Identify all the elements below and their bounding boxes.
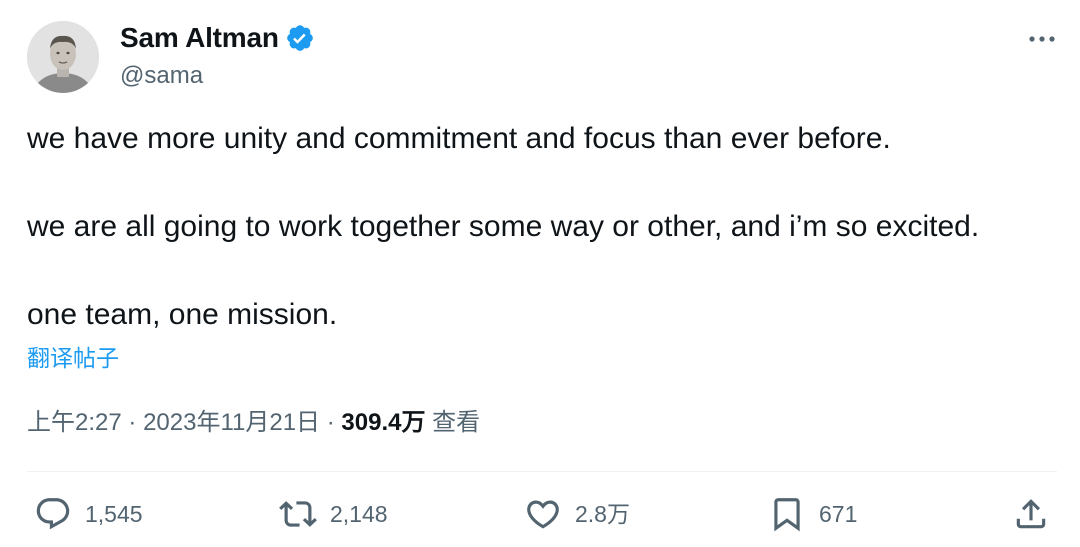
heart-icon [524, 495, 562, 533]
bookmark-count: 671 [819, 501, 858, 527]
tweet-text-line-2: we are all going to work together some w… [27, 210, 980, 243]
like-count: 2.8万 [575, 501, 630, 527]
share-icon [1012, 495, 1050, 533]
tweet-text-line-3: one team, one mission. [27, 298, 338, 331]
author-name-link[interactable]: Sam Altman [120, 21, 315, 55]
verified-badge-icon[interactable] [285, 23, 315, 53]
avatar-image [27, 21, 99, 93]
author-name: Sam Altman [120, 22, 279, 53]
author-handle[interactable]: @sama [120, 61, 203, 91]
share-button[interactable] [1012, 495, 1050, 533]
meta-separator: · [128, 409, 137, 436]
translate-post-link[interactable]: 翻译帖子 [27, 342, 119, 374]
like-button[interactable]: 2.8万 [524, 495, 630, 533]
tweet-date[interactable]: 2023年11月21日 [143, 409, 320, 436]
views-label: 查看 [432, 409, 481, 436]
bookmark-icon [768, 495, 806, 533]
tweet-meta: 上午2:27 · 2023年11月21日 · 309.4万 查看 [27, 406, 480, 440]
retweet-count: 2,148 [330, 501, 388, 527]
retweet-button[interactable]: 2,148 [279, 495, 388, 533]
more-horizontal-icon[interactable] [1022, 26, 1062, 52]
views-count[interactable]: 309.4万 [341, 409, 425, 436]
retweet-icon [279, 495, 317, 533]
reply-icon [34, 495, 72, 533]
reply-button[interactable]: 1,545 [34, 495, 143, 533]
reply-count: 1,545 [85, 501, 143, 527]
avatar[interactable] [27, 21, 99, 93]
tweet-time[interactable]: 上午2:27 [27, 409, 122, 436]
meta-separator: · [326, 409, 335, 436]
bookmark-button[interactable]: 671 [768, 495, 857, 533]
tweet-text-line-1: we have more unity and commitment and fo… [27, 122, 891, 155]
divider [27, 471, 1057, 472]
